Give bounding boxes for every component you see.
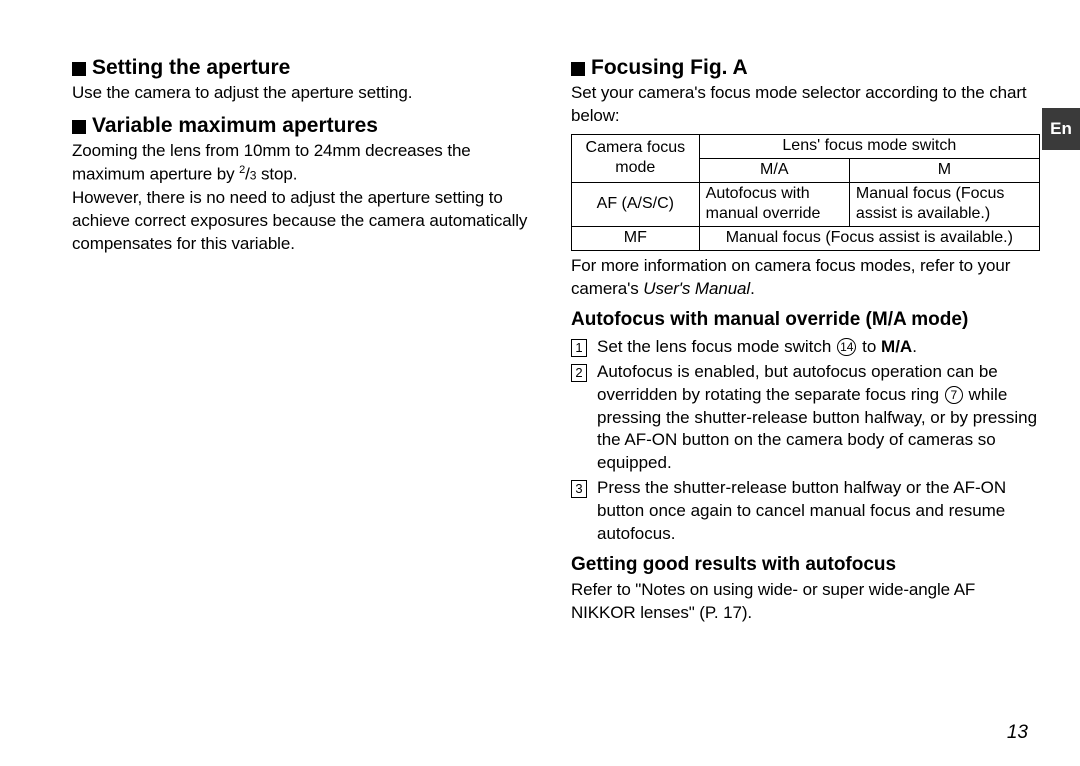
heading-text: Setting the aperture: [92, 55, 290, 80]
square-bullet-icon: [571, 62, 585, 76]
page-number: 13: [1007, 722, 1028, 744]
paragraph: Use the camera to adjust the aperture se…: [72, 82, 541, 105]
text-span: stop.: [256, 165, 297, 184]
language-tab-label: En: [1050, 119, 1072, 139]
paragraph: Zooming the lens from 10mm to 24mm decre…: [72, 140, 541, 187]
cell-line: manual override: [706, 205, 821, 222]
paragraph: Set your camera's focus mode selector ac…: [571, 82, 1040, 128]
left-column: Setting the aperture Use the camera to a…: [72, 55, 541, 625]
td-af-m: Manual focus (Focus assist is available.…: [849, 182, 1039, 227]
list-item-text: Set the lens focus mode switch 14 to M/A…: [597, 336, 1040, 359]
heading-text: Focusing Fig. A: [591, 55, 748, 80]
paragraph: However, there is no need to adjust the …: [72, 187, 541, 256]
fraction-numerator: 2: [239, 164, 245, 176]
heading-focusing: Focusing Fig. A: [571, 55, 1040, 80]
list-item: 3 Press the shutter-release button halfw…: [571, 477, 1040, 546]
td-mf: MF: [572, 227, 700, 251]
list-item-text: Press the shutter-release button halfway…: [597, 477, 1040, 546]
text-span: Autofocus is enabled, but autofocus oper…: [597, 362, 998, 404]
cell-line: Manual focus (Focus: [856, 185, 1005, 202]
manual-page: En Setting the aperture Use the camera t…: [0, 0, 1080, 766]
heading-variable-max-apertures: Variable maximum apertures: [72, 113, 541, 138]
text-span: to: [857, 337, 881, 356]
list-item: 1 Set the lens focus mode switch 14 to M…: [571, 336, 1040, 359]
cell-line: assist is available.): [856, 205, 990, 222]
text-italic: User's Manual: [643, 279, 750, 298]
text-bold: M/A: [881, 337, 912, 356]
td-af: AF (A/S/C): [572, 182, 700, 227]
paragraph: For more information on camera focus mod…: [571, 255, 1040, 301]
circled-ref-icon: 14: [837, 338, 856, 356]
list-item: 2 Autofocus is enabled, but autofocus op…: [571, 361, 1040, 476]
text-span: .: [912, 337, 917, 356]
numbered-list: 1 Set the lens focus mode switch 14 to M…: [571, 336, 1040, 546]
step-number-icon: 1: [571, 339, 587, 357]
heading-text: Variable maximum apertures: [92, 113, 378, 138]
cell-line: Camera focus: [586, 139, 686, 156]
list-item-text: Autofocus is enabled, but autofocus oper…: [597, 361, 1040, 476]
two-column-layout: Setting the aperture Use the camera to a…: [72, 55, 1040, 625]
step-number-icon: 3: [571, 480, 587, 498]
language-tab: En: [1042, 108, 1080, 150]
text-span: .: [750, 279, 755, 298]
circled-ref-icon: 7: [945, 386, 963, 404]
right-column: Focusing Fig. A Set your camera's focus …: [571, 55, 1040, 625]
td-mf-both: Manual focus (Focus assist is available.…: [699, 227, 1039, 251]
heading-setting-aperture: Setting the aperture: [72, 55, 541, 80]
text-span: For more information on camera focus mod…: [571, 256, 1010, 298]
th-m: M: [849, 158, 1039, 182]
th-camera-focus-mode: Camera focus mode: [572, 135, 700, 183]
text-span: Set the lens focus mode switch: [597, 337, 836, 356]
step-number-icon: 2: [571, 364, 587, 382]
cell-line: Autofocus with: [706, 185, 810, 202]
focus-mode-table: Camera focus mode Lens' focus mode switc…: [571, 134, 1040, 251]
square-bullet-icon: [72, 120, 86, 134]
cell-line: mode: [615, 159, 655, 176]
heading-good-results: Getting good results with autofocus: [571, 554, 1040, 577]
heading-ma-mode: Autofocus with manual override (M/A mode…: [571, 309, 1040, 332]
th-ma: M/A: [699, 158, 849, 182]
td-af-ma: Autofocus with manual override: [699, 182, 849, 227]
paragraph: Refer to "Notes on using wide- or super …: [571, 579, 1040, 625]
th-lens-switch: Lens' focus mode switch: [699, 135, 1039, 159]
square-bullet-icon: [72, 62, 86, 76]
